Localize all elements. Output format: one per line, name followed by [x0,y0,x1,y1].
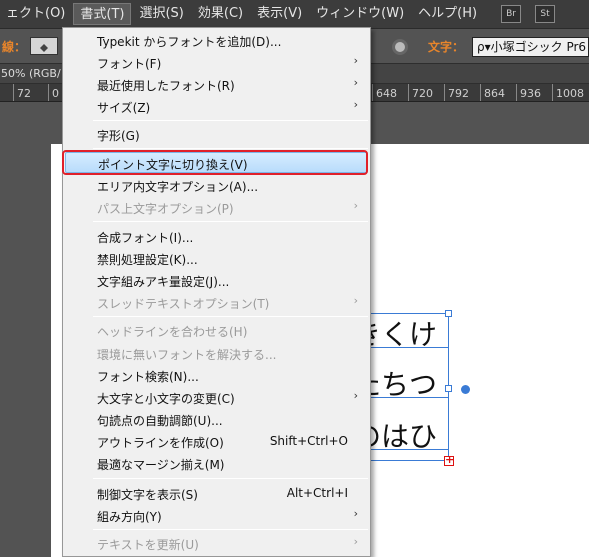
menu-item-mojikumi[interactable]: 文字組みアキ量設定(J)... [63,270,370,291]
type-orientation-handle[interactable] [461,385,470,394]
menu-item-resolve-missing-fonts[interactable]: 環境に無いフォントを解決する... [63,343,370,364]
menu-type[interactable]: 書式(T) [73,3,132,25]
menu-item-type-orientation[interactable]: 組み方向(Y) › [63,505,370,526]
chevron-right-icon: › [353,294,358,307]
document-tab-label: 50% (RGB/プ [1,67,72,80]
menu-select[interactable]: 選択(S) [133,3,189,25]
menu-help[interactable]: ヘルプ(H) [412,3,483,25]
overflow-indicator-icon[interactable] [444,453,454,466]
stock-icon[interactable]: St [535,5,555,23]
menu-separator [93,221,368,222]
menu-item-type-on-path-options[interactable]: パス上文字オプション(P) › [63,197,370,218]
menu-item-smart-punctuation[interactable]: 句読点の自動調節(U)... [63,409,370,430]
menu-item-change-case[interactable]: 大文字と小文字の変更(C) › [63,387,370,408]
menu-window[interactable]: ウィンドウ(W) [310,3,410,25]
menu-item-size[interactable]: サイズ(Z) › [63,96,370,117]
menu-item-create-outlines[interactable]: アウトラインを作成(O) Shift+Ctrl+O [63,431,370,452]
menu-separator [93,148,368,149]
chevron-right-icon: › [353,98,358,111]
chevron-right-icon: › [353,54,358,67]
menu-separator [93,120,368,121]
menu-item-typekit[interactable]: Typekit からフォントを追加(D)... [63,30,370,51]
shortcut-label: Shift+Ctrl+O [269,434,348,448]
menu-item-update-legacy-text[interactable]: テキストを更新(U) › [63,533,370,554]
menu-object[interactable]: ェクト(O) [0,3,71,25]
chevron-right-icon: › [353,389,358,402]
menu-item-recent-fonts[interactable]: 最近使用したフォント(R) › [63,74,370,95]
menu-item-find-font[interactable]: フォント検索(N)... [63,365,370,386]
ruler-tick: 792 [444,84,469,101]
chevron-right-icon: › [353,535,358,548]
ruler-tick: 864 [480,84,505,101]
menu-separator [93,529,368,530]
ruler-tick: 1008 [552,84,584,101]
font-family-field[interactable]: ρ▾小塚ゴシック Pr6 [472,37,589,57]
menu-item-area-type-options[interactable]: エリア内文字オプション(A)... [63,175,370,196]
menu-item-threaded-text-options[interactable]: スレッドテキストオプション(T) › [63,292,370,313]
recolor-icon[interactable] [392,39,408,55]
ruler-tick: 0 [48,84,59,101]
menu-item-glyphs[interactable]: 字形(G) [63,124,370,145]
ruler-tick: 720 [408,84,433,101]
menu-item-kinsoku[interactable]: 禁則処理設定(K)... [63,248,370,269]
menu-view[interactable]: 表示(V) [251,3,308,25]
type-menu-dropdown: Typekit からフォントを追加(D)... フォント(F) › 最近使用したフ… [62,27,371,557]
menu-item-font[interactable]: フォント(F) › [63,52,370,73]
bridge-icon[interactable]: Br [501,5,521,23]
stroke-label: 線： [2,40,27,54]
ruler-tick: 72 [13,84,31,101]
menubar: ェクト(O) 書式(T) 選択(S) 効果(C) 表示(V) ウィンドウ(W) … [0,0,589,29]
selection-handle[interactable] [445,310,452,317]
chevron-right-icon: › [353,507,358,520]
character-label[interactable]: 文字： [428,38,464,55]
shortcut-label: Alt+Ctrl+I [286,486,348,500]
menu-item-optical-margin-alignment[interactable]: 最適なマージン揃え(M) [63,453,370,474]
menu-item-show-hidden-characters[interactable]: 制御文字を表示(S) Alt+Ctrl+I [63,483,370,504]
ruler-tick: 936 [516,84,541,101]
selection-handle[interactable] [445,385,452,392]
menu-separator [93,478,368,479]
ruler-tick: 648 [372,84,397,101]
menu-effect[interactable]: 効果(C) [192,3,249,25]
chevron-right-icon: › [353,76,358,89]
stroke-weight-stepper[interactable] [30,37,58,55]
highlight-annotation [62,150,368,175]
menu-item-fit-headline[interactable]: ヘッドラインを合わせる(H) [63,320,370,341]
menu-separator [93,316,368,317]
menu-item-composite-fonts[interactable]: 合成フォント(I)... [63,226,370,247]
chevron-right-icon: › [353,199,358,212]
